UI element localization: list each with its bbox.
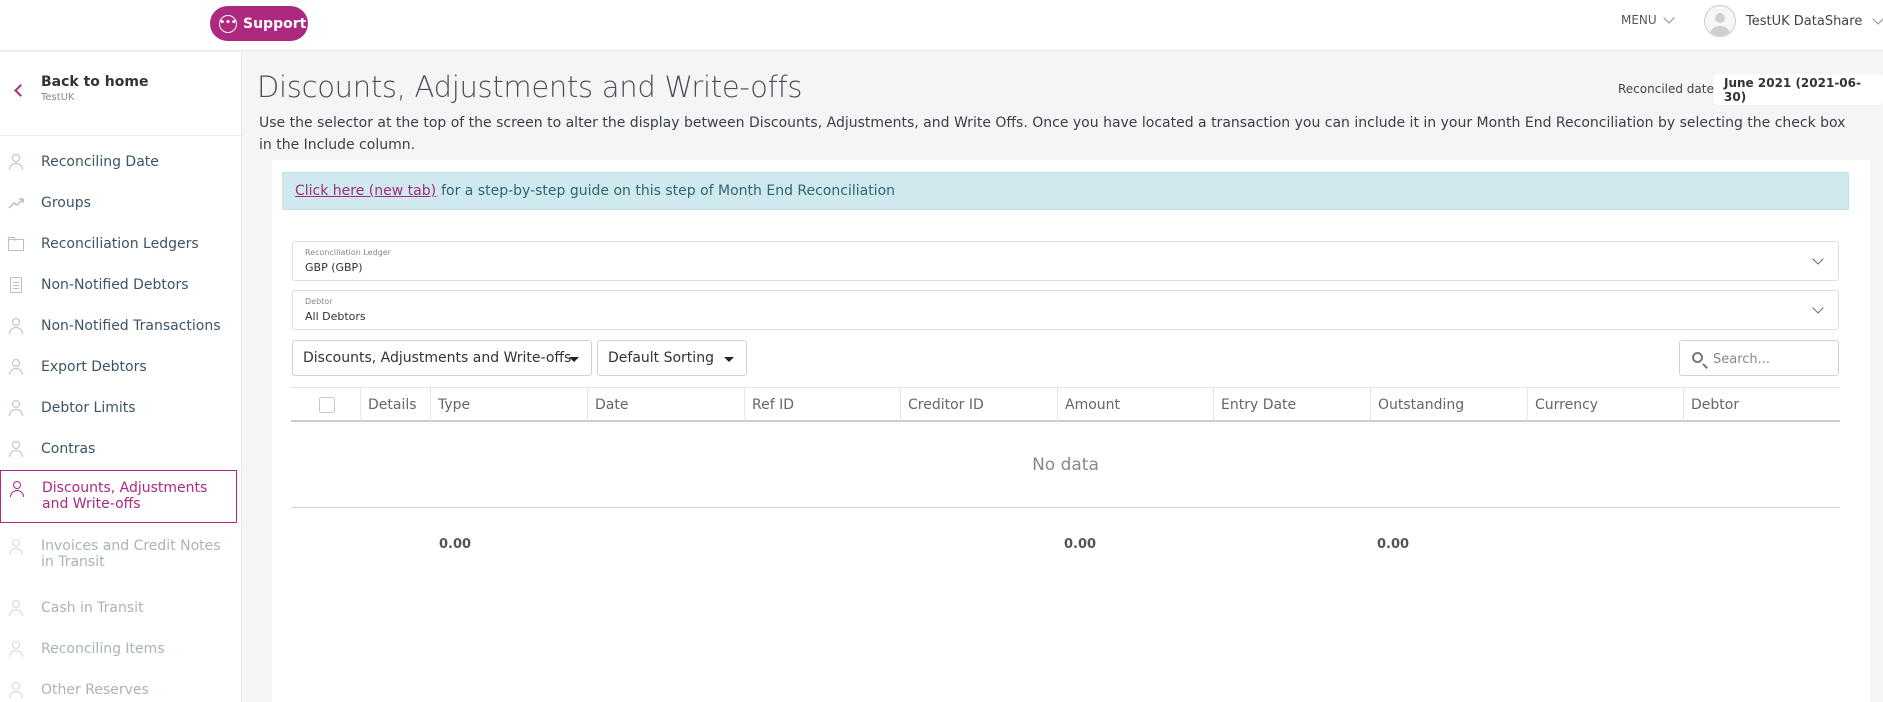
document-icon bbox=[8, 277, 24, 293]
back-to-home-link[interactable]: Back to home TestUK bbox=[0, 52, 242, 136]
debtor-select-value: All Debtors bbox=[305, 310, 366, 323]
total-value: 0.00 bbox=[1064, 537, 1097, 552]
person-icon bbox=[8, 154, 24, 170]
chevron-down-icon bbox=[1812, 302, 1824, 314]
column-header-creditor-id[interactable]: Creditor ID bbox=[901, 388, 1058, 421]
sidebar-item-label: Reconciling Items bbox=[41, 641, 165, 657]
sort-dropdown[interactable]: Default Sorting bbox=[597, 340, 747, 376]
back-title: Back to home bbox=[41, 74, 149, 90]
chevron-down-icon bbox=[1812, 253, 1824, 265]
search-input[interactable] bbox=[1713, 349, 1831, 369]
column-header-ref-id[interactable]: Ref ID bbox=[745, 388, 901, 421]
person-icon bbox=[8, 539, 24, 555]
search-box bbox=[1679, 340, 1839, 376]
back-subtitle: TestUK bbox=[41, 92, 75, 103]
person-icon bbox=[8, 400, 24, 416]
support-button[interactable]: ••• Support bbox=[210, 6, 308, 41]
sidebar: Back to home TestUK Reconciling Date Gro… bbox=[0, 52, 242, 702]
sidebar-item-non-notified-debtors[interactable]: Non-Notified Debtors bbox=[0, 273, 237, 297]
sidebar-item-label: Contras bbox=[41, 441, 96, 457]
ledger-select-value: GBP (GBP) bbox=[305, 261, 363, 274]
page-title: Discounts, Adjustments and Write-offs bbox=[257, 70, 803, 104]
user-name: TestUK DataShare bbox=[1746, 13, 1863, 29]
sidebar-item-label: Other Reserves bbox=[41, 682, 149, 698]
user-menu[interactable]: TestUK DataShare bbox=[1704, 5, 1883, 37]
reconciled-date-value: June 2021 (2021-06-30) bbox=[1714, 74, 1883, 105]
sidebar-item-label: Invoices and Credit Notes in Transit bbox=[41, 538, 221, 570]
chevron-left-icon bbox=[14, 84, 27, 97]
guide-link[interactable]: Click here (new tab) bbox=[295, 183, 436, 199]
empty-state: No data bbox=[291, 423, 1840, 508]
sidebar-item-export-debtors[interactable]: Export Debtors bbox=[0, 355, 237, 379]
folder-icon bbox=[8, 236, 24, 252]
sidebar-item-other-reserves[interactable]: Other Reserves bbox=[0, 678, 237, 702]
avatar bbox=[1704, 5, 1736, 37]
sidebar-item-label: Debtor Limits bbox=[41, 400, 136, 416]
sidebar-item-reconciling-date[interactable]: Reconciling Date bbox=[0, 150, 237, 174]
sidebar-item-cash-in-transit[interactable]: Cash in Transit bbox=[0, 596, 237, 620]
info-banner: Click here (new tab) for a step-by-step … bbox=[282, 172, 1849, 210]
column-header-type[interactable]: Type bbox=[431, 388, 588, 421]
sidebar-item-label: Export Debtors bbox=[41, 359, 147, 375]
sidebar-item-groups[interactable]: Groups bbox=[0, 191, 237, 215]
person-icon bbox=[8, 359, 24, 375]
caret-down-icon bbox=[724, 357, 734, 362]
menu-label: MENU bbox=[1621, 13, 1657, 27]
person-icon bbox=[8, 318, 24, 334]
total-value: 0.00 bbox=[439, 537, 472, 552]
caret-down-icon bbox=[569, 357, 579, 362]
chevron-down-icon bbox=[1663, 12, 1675, 24]
person-icon bbox=[9, 481, 25, 497]
support-label: Support bbox=[243, 15, 307, 32]
sidebar-item-debtor-limits[interactable]: Debtor Limits bbox=[0, 396, 237, 420]
menu-dropdown[interactable]: MENU bbox=[1621, 12, 1675, 27]
ledger-select[interactable]: Reconciliation Ledger GBP (GBP) bbox=[292, 241, 1839, 281]
total-value: 0.00 bbox=[1377, 537, 1410, 552]
sidebar-item-contras[interactable]: Contras bbox=[0, 437, 237, 461]
type-filter-value: Discounts, Adjustments and Write-offs bbox=[303, 350, 572, 366]
sidebar-item-non-notified-transactions[interactable]: Non-Notified Transactions bbox=[0, 314, 237, 338]
sidebar-item-label: Discounts, Adjustments and Write-offs bbox=[42, 480, 208, 512]
top-bar: ••• Support MENU TestUK DataShare bbox=[0, 0, 1883, 51]
table-header: Details Type Date Ref ID Creditor ID Amo… bbox=[291, 387, 1840, 422]
column-header-entry-date[interactable]: Entry Date bbox=[1214, 388, 1371, 421]
ledger-select-label: Reconciliation Ledger bbox=[305, 248, 391, 257]
sidebar-item-label: Reconciling Date bbox=[41, 154, 159, 170]
column-header-details[interactable]: Details bbox=[361, 388, 431, 421]
sidebar-item-label: Groups bbox=[41, 195, 91, 211]
banner-text: for a step-by-step guide on this step of… bbox=[441, 183, 896, 199]
column-header-date[interactable]: Date bbox=[588, 388, 745, 421]
sidebar-item-label: Reconciliation Ledgers bbox=[41, 236, 199, 252]
sidebar-item-label: Cash in Transit bbox=[41, 600, 144, 616]
person-icon bbox=[8, 600, 24, 616]
reconciled-date-label: Reconciled date bbox=[1618, 82, 1714, 96]
sidebar-item-invoices-credit-notes-in-transit[interactable]: Invoices and Credit Notes in Transit bbox=[0, 538, 237, 572]
column-header-outstanding[interactable]: Outstanding bbox=[1371, 388, 1528, 421]
search-icon bbox=[1692, 352, 1703, 363]
sidebar-item-label: Non-Notified Debtors bbox=[41, 277, 189, 293]
person-icon bbox=[8, 441, 24, 457]
sidebar-item-label: Non-Notified Transactions bbox=[41, 318, 221, 334]
page-description: Use the selector at the top of the scree… bbox=[259, 115, 1846, 153]
trend-icon bbox=[8, 198, 24, 209]
chat-icon: ••• bbox=[219, 14, 237, 33]
person-icon bbox=[8, 682, 24, 698]
sidebar-item-reconciliation-ledgers[interactable]: Reconciliation Ledgers bbox=[0, 232, 237, 256]
person-icon bbox=[8, 641, 24, 657]
sort-value: Default Sorting bbox=[608, 350, 714, 366]
select-all-column bbox=[291, 388, 361, 421]
column-header-amount[interactable]: Amount bbox=[1058, 388, 1214, 421]
sidebar-item-discounts-adjustments-write-offs[interactable]: Discounts, Adjustments and Write-offs bbox=[0, 470, 237, 523]
debtor-select[interactable]: Debtor All Debtors bbox=[292, 290, 1839, 330]
type-filter-dropdown[interactable]: Discounts, Adjustments and Write-offs bbox=[292, 340, 592, 376]
column-header-debtor[interactable]: Debtor bbox=[1684, 388, 1840, 421]
chevron-down-icon bbox=[1872, 13, 1883, 25]
column-header-currency[interactable]: Currency bbox=[1528, 388, 1684, 421]
sidebar-item-reconciling-items[interactable]: Reconciling Items bbox=[0, 637, 237, 661]
select-all-checkbox[interactable] bbox=[319, 397, 335, 413]
debtor-select-label: Debtor bbox=[305, 297, 333, 306]
